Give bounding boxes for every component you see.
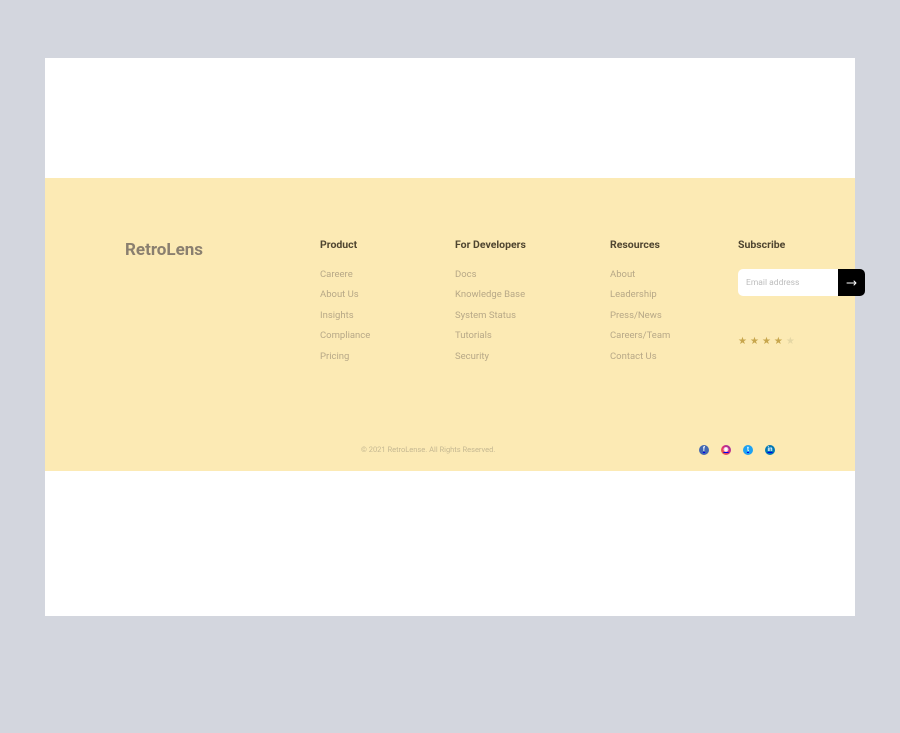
star-icon: ★	[786, 336, 795, 347]
link-pricing[interactable]: Pricing	[320, 351, 415, 362]
product-heading: Product	[320, 238, 415, 251]
facebook-icon[interactable]: f	[699, 445, 709, 455]
linkedin-icon[interactable]: in	[765, 445, 775, 455]
column-developers: For Developers Docs Knowledge Base Syste…	[455, 238, 570, 371]
social-links: f ◉ t in	[699, 445, 775, 455]
link-security[interactable]: Security	[455, 351, 570, 362]
column-product: Product Careere About Us Insights Compli…	[320, 238, 415, 371]
link-leadership[interactable]: Leadership	[610, 289, 698, 300]
developers-heading: For Developers	[455, 238, 570, 251]
star-icon: ★	[750, 336, 759, 347]
footer: RetroLens Product Careere About Us Insig…	[45, 178, 855, 471]
column-subscribe: Subscribe ★ ★ ★ ★ ★	[738, 238, 865, 371]
link-compliance[interactable]: Compliance	[320, 330, 415, 341]
copyright-text: © 2021 RetroLense. All Rights Reserved.	[361, 445, 495, 454]
email-input[interactable]	[738, 269, 838, 296]
link-insights[interactable]: Insights	[320, 310, 415, 321]
footer-bottom-bar: © 2021 RetroLense. All Rights Reserved. …	[45, 427, 855, 471]
star-icon: ★	[774, 336, 783, 347]
link-knowledge-base[interactable]: Knowledge Base	[455, 289, 570, 300]
link-about[interactable]: About	[610, 269, 698, 280]
rating-stars: ★ ★ ★ ★ ★	[738, 336, 865, 347]
link-contact-us[interactable]: Contact Us	[610, 351, 698, 362]
link-press-news[interactable]: Press/News	[610, 310, 698, 321]
column-resources: Resources About Leadership Press/News Ca…	[610, 238, 698, 371]
twitter-icon[interactable]: t	[743, 445, 753, 455]
link-tutorials[interactable]: Tutorials	[455, 330, 570, 341]
link-careers-team[interactable]: Careers/Team	[610, 330, 698, 341]
arrow-right-icon	[846, 280, 858, 286]
link-docs[interactable]: Docs	[455, 269, 570, 280]
instagram-icon[interactable]: ◉	[721, 445, 731, 455]
resources-heading: Resources	[610, 238, 698, 251]
subscribe-submit-button[interactable]	[838, 269, 865, 296]
brand-logo: RetroLens	[125, 240, 280, 260]
star-icon: ★	[762, 336, 771, 347]
link-system-status[interactable]: System Status	[455, 310, 570, 321]
star-icon: ★	[738, 336, 747, 347]
link-about-us[interactable]: About Us	[320, 289, 415, 300]
subscribe-heading: Subscribe	[738, 238, 865, 251]
link-careere[interactable]: Careere	[320, 269, 415, 280]
